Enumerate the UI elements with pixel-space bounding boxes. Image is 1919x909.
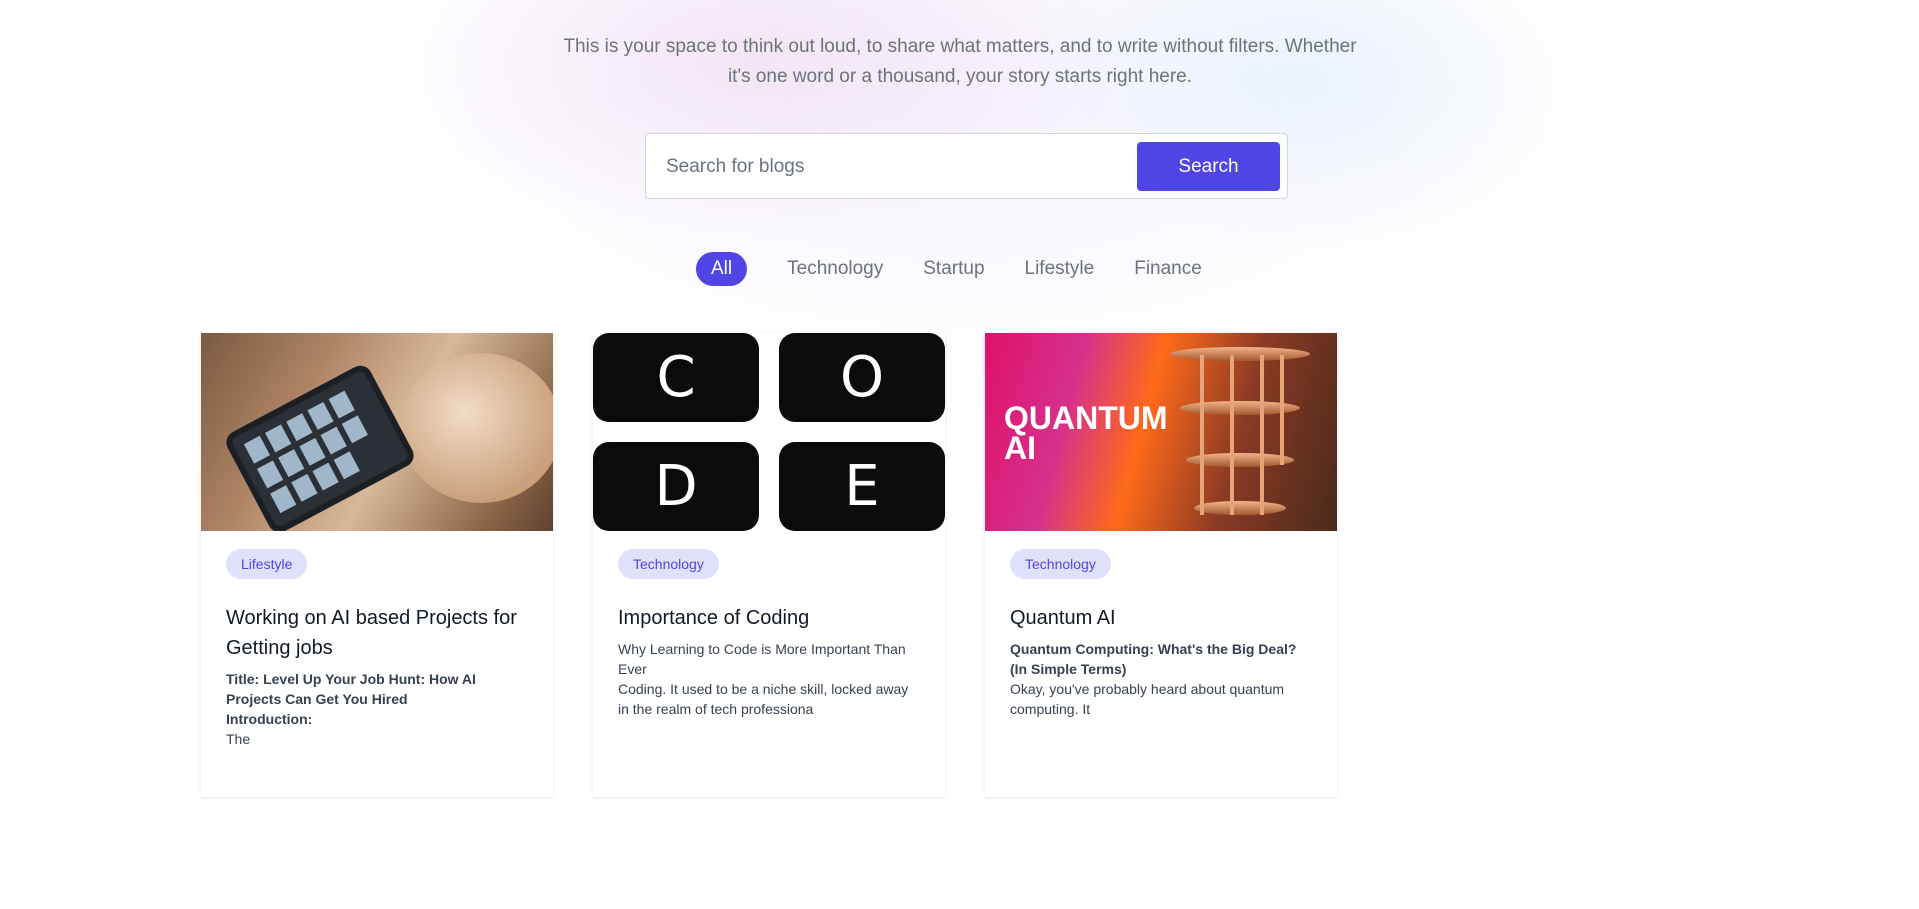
blog-card-title[interactable]: Importance of Coding (618, 603, 920, 633)
code-tile: O (779, 333, 945, 422)
category-tabs: All Technology Startup Lifestyle Finance (696, 251, 1242, 287)
blog-card-body: Lifestyle Working on AI based Projects f… (201, 531, 553, 749)
code-tile: C (593, 333, 759, 422)
hero-intro-line-1: This is your space to think out loud, to… (563, 36, 1357, 57)
search-bar: Search (645, 133, 1288, 199)
blog-card[interactable]: QUANTUM AI Technology Quantum AI Quantum… (985, 333, 1337, 797)
tab-lifestyle[interactable]: Lifestyle (1025, 251, 1095, 287)
category-badge[interactable]: Technology (1010, 549, 1111, 579)
blog-card-excerpt: Title: Level Up Your Job Hunt: How AI Pr… (226, 669, 528, 749)
hand-illustration (401, 353, 553, 503)
excerpt-bold-line: Title: Level Up Your Job Hunt: How AI Pr… (226, 671, 476, 707)
category-badge[interactable]: Lifestyle (226, 549, 308, 579)
tab-technology[interactable]: Technology (787, 251, 883, 287)
quantum-ai-image-text: QUANTUM AI (1004, 400, 1168, 466)
blog-card-body: Technology Quantum AI Quantum Computing:… (985, 531, 1337, 719)
blog-card-image-code: C O D E (593, 333, 945, 531)
excerpt-bold-line: Quantum Computing: What's the Big Deal? … (1010, 641, 1297, 677)
blog-card[interactable]: Lifestyle Working on AI based Projects f… (201, 333, 553, 797)
excerpt-text: The (226, 731, 251, 747)
tablet-illustration (222, 361, 418, 531)
excerpt-bold-line: Introduction: (226, 711, 313, 727)
tab-all[interactable]: All (696, 252, 748, 286)
tab-startup[interactable]: Startup (923, 251, 984, 287)
blog-card-image-tablet (201, 333, 553, 531)
excerpt-text: Okay, you've probably heard about quantu… (1010, 681, 1285, 717)
category-badge[interactable]: Technology (618, 549, 719, 579)
hero-intro-line-2: it's one word or a thousand, your story … (727, 66, 1193, 87)
blog-home-page: This is your space to think out loud, to… (0, 0, 1919, 909)
search-input[interactable] (664, 146, 1108, 188)
excerpt-text: Coding. It used to be a niche skill, loc… (618, 681, 909, 717)
code-tile: D (593, 442, 759, 531)
tab-finance[interactable]: Finance (1134, 251, 1202, 287)
blog-card-image-quantum: QUANTUM AI (985, 333, 1337, 531)
excerpt-line: Why Learning to Code is More Important T… (618, 641, 906, 677)
blog-card[interactable]: C O D E Technology Importance of Coding … (593, 333, 945, 797)
blog-card-title[interactable]: Working on AI based Projects for Getting… (226, 603, 528, 663)
blog-card-body: Technology Importance of Coding Why Lear… (593, 531, 945, 719)
blog-card-list: Lifestyle Working on AI based Projects f… (201, 333, 1377, 797)
code-tile: E (779, 442, 945, 531)
hero-intro: This is your space to think out loud, to… (540, 32, 1380, 92)
blog-card-excerpt: Why Learning to Code is More Important T… (618, 639, 920, 719)
search-button[interactable]: Search (1137, 142, 1280, 191)
blog-card-excerpt: Quantum Computing: What's the Big Deal? … (1010, 639, 1312, 719)
quantum-computer-illustration (1170, 341, 1310, 526)
blog-card-title[interactable]: Quantum AI (1010, 603, 1312, 633)
